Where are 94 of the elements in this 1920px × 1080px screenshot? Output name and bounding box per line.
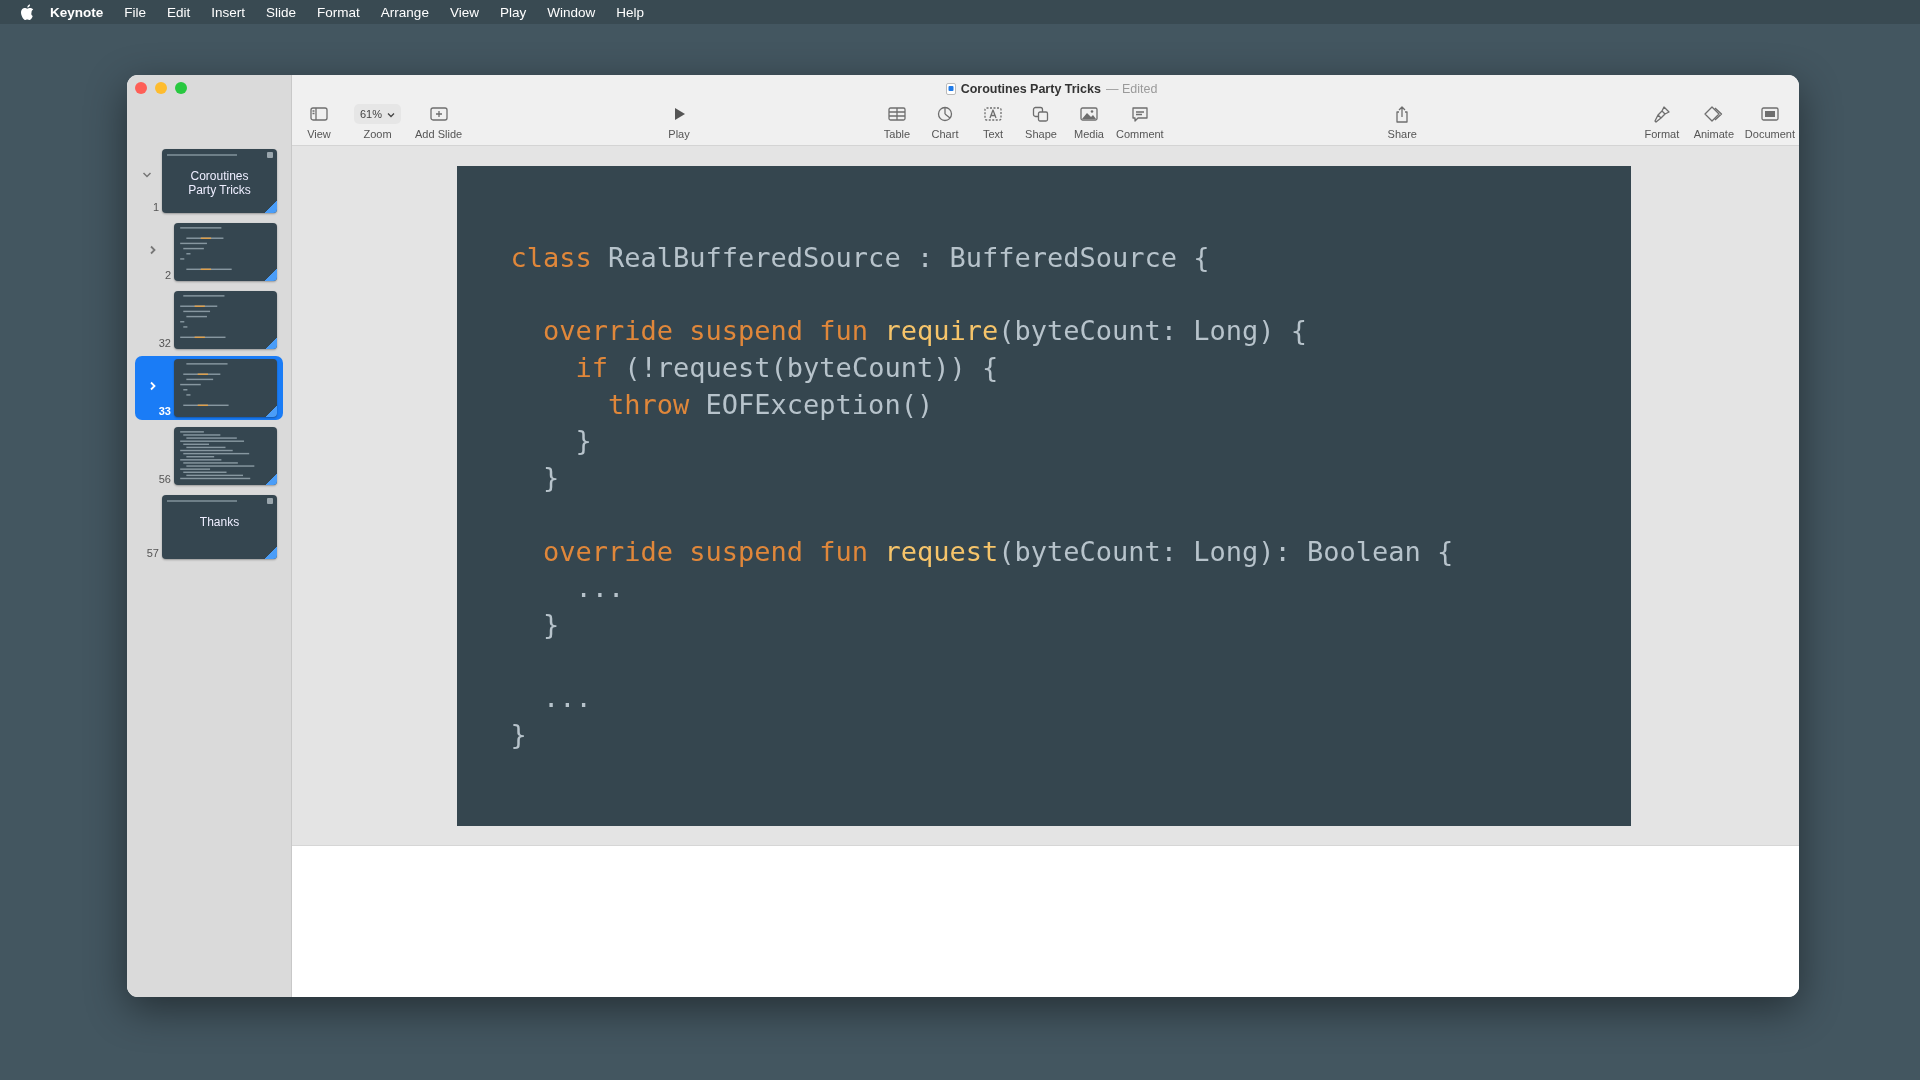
menu-item[interactable]: View [449, 4, 479, 20]
play-button[interactable]: Play [668, 104, 690, 140]
code-line: override suspend fun require(byteCount: Long) { [542, 314, 1308, 349]
disclosure-chevron-icon[interactable] [142, 171, 152, 179]
toolbar-label: Share [1387, 128, 1417, 140]
table-button[interactable]: Table [883, 104, 911, 140]
menu-item[interactable]: Insert [211, 4, 246, 20]
toolbar-label: Shape [1025, 128, 1057, 140]
code-line: override suspend fun request(byteCount: Long): Boolean { [542, 534, 1454, 569]
code-lines-drawing [180, 363, 229, 406]
slide-thumbnail[interactable] [174, 359, 277, 417]
slide-thumbnail[interactable] [174, 291, 277, 349]
diamonds-icon [1703, 104, 1724, 124]
selected-slide-row[interactable]: 33 [135, 356, 283, 420]
slide-number: 57 [146, 547, 159, 559]
slide-number: 33 [158, 405, 171, 417]
slide-row[interactable]: 1 Coroutines Party Tricks [135, 146, 283, 216]
toolbar-label: Document [1744, 128, 1795, 140]
code-line: throw EOFException() [607, 387, 934, 422]
menu-item[interactable]: File [124, 4, 147, 20]
toolbar-label: Media [1074, 128, 1104, 140]
url-line-drawing [167, 500, 237, 502]
text-box-icon [983, 104, 1003, 124]
toolbar-label: Chart [931, 128, 959, 140]
add-slide-icon [428, 104, 449, 124]
menu-item[interactable]: Window [547, 4, 596, 20]
menu-item[interactable]: Arrange [380, 4, 429, 20]
edited-status: — Edited [1105, 82, 1158, 96]
slide-thumbnail[interactable] [174, 223, 277, 281]
animate-button[interactable]: Animate [1693, 104, 1734, 140]
apple-logo-icon[interactable] [20, 4, 34, 20]
slide-row[interactable]: 32 [135, 288, 283, 352]
code-line: } [542, 607, 560, 642]
menu-item[interactable]: Format [317, 4, 360, 20]
add-slide-button[interactable]: Add Slide [415, 104, 463, 140]
toolbar-label: Table [883, 128, 911, 140]
shape-icon [1031, 104, 1051, 124]
slide-number: 2 [164, 269, 171, 281]
code-line: } [510, 717, 527, 752]
thumbnail-title: Thanks [198, 515, 241, 529]
text-button[interactable]: Text [982, 104, 1004, 140]
menu-item[interactable]: Play [499, 4, 527, 20]
badge-icon [267, 498, 273, 504]
slide-number: 56 [158, 473, 171, 485]
window-title: Coroutines Party Tricks [960, 82, 1101, 96]
media-button[interactable]: Media [1074, 104, 1104, 140]
pie-chart-icon [935, 104, 955, 124]
view-button[interactable]: View [307, 104, 331, 140]
comment-icon [1129, 104, 1150, 124]
code-line: } [574, 424, 592, 459]
format-button[interactable]: Format [1644, 104, 1680, 140]
table-icon [887, 104, 907, 124]
toolbar-label: Play [668, 128, 690, 140]
badge-icon [267, 152, 273, 158]
slide-row[interactable]: 57 Thanks [135, 492, 283, 562]
slide-thumbnail[interactable]: Coroutines Party Tricks [162, 149, 277, 213]
menu-item[interactable]: Keynote [50, 4, 104, 20]
url-line-drawing [167, 154, 237, 156]
image-icon [1079, 104, 1099, 124]
toolbar-label: Format [1644, 128, 1680, 140]
comment-button[interactable]: Comment [1116, 104, 1164, 140]
zoom-dropdown[interactable]: 61% [354, 104, 402, 124]
share-button[interactable]: Share [1387, 104, 1417, 140]
shape-button[interactable]: Shape [1025, 104, 1057, 140]
sidebar-icon [309, 104, 329, 124]
document-setup-icon [1759, 104, 1780, 124]
slide-row[interactable]: 56 [135, 424, 283, 488]
close-button[interactable] [135, 82, 147, 94]
slide-row[interactable]: 2 [135, 220, 283, 284]
code-lines-drawing [180, 227, 232, 270]
document-button[interactable]: Document [1744, 104, 1795, 140]
code-lines-drawing [180, 295, 226, 338]
toolbar-label: Zoom [363, 128, 392, 140]
code-line: class RealBufferedSource : BufferedSource { [510, 241, 1210, 275]
menu-item[interactable]: Edit [167, 4, 191, 20]
code-line: } [542, 461, 560, 496]
menu-item[interactable]: Help [616, 4, 644, 20]
menu-item[interactable]: Slide [266, 4, 297, 20]
document-icon [945, 83, 956, 95]
slide-thumbnail[interactable]: Thanks [162, 495, 277, 559]
disclosure-chevron-icon[interactable] [149, 245, 157, 255]
toolbar-label: Add Slide [415, 128, 463, 140]
toolbar-label: Comment [1116, 128, 1164, 140]
toolbar-label: Text [982, 128, 1004, 140]
slide-number: 32 [158, 337, 171, 349]
code-line: ... [574, 571, 625, 606]
chart-button[interactable]: Chart [931, 104, 959, 140]
slide-thumbnail[interactable] [174, 427, 277, 485]
slide-number: 1 [152, 201, 159, 213]
code-line: ... [542, 681, 592, 716]
thumbnail-title: Coroutines Party Tricks [187, 169, 252, 197]
toolbar-label: View [307, 128, 331, 140]
code-line: if (!request(byteCount)) { [574, 351, 999, 386]
toolbar-label: Animate [1693, 128, 1734, 140]
